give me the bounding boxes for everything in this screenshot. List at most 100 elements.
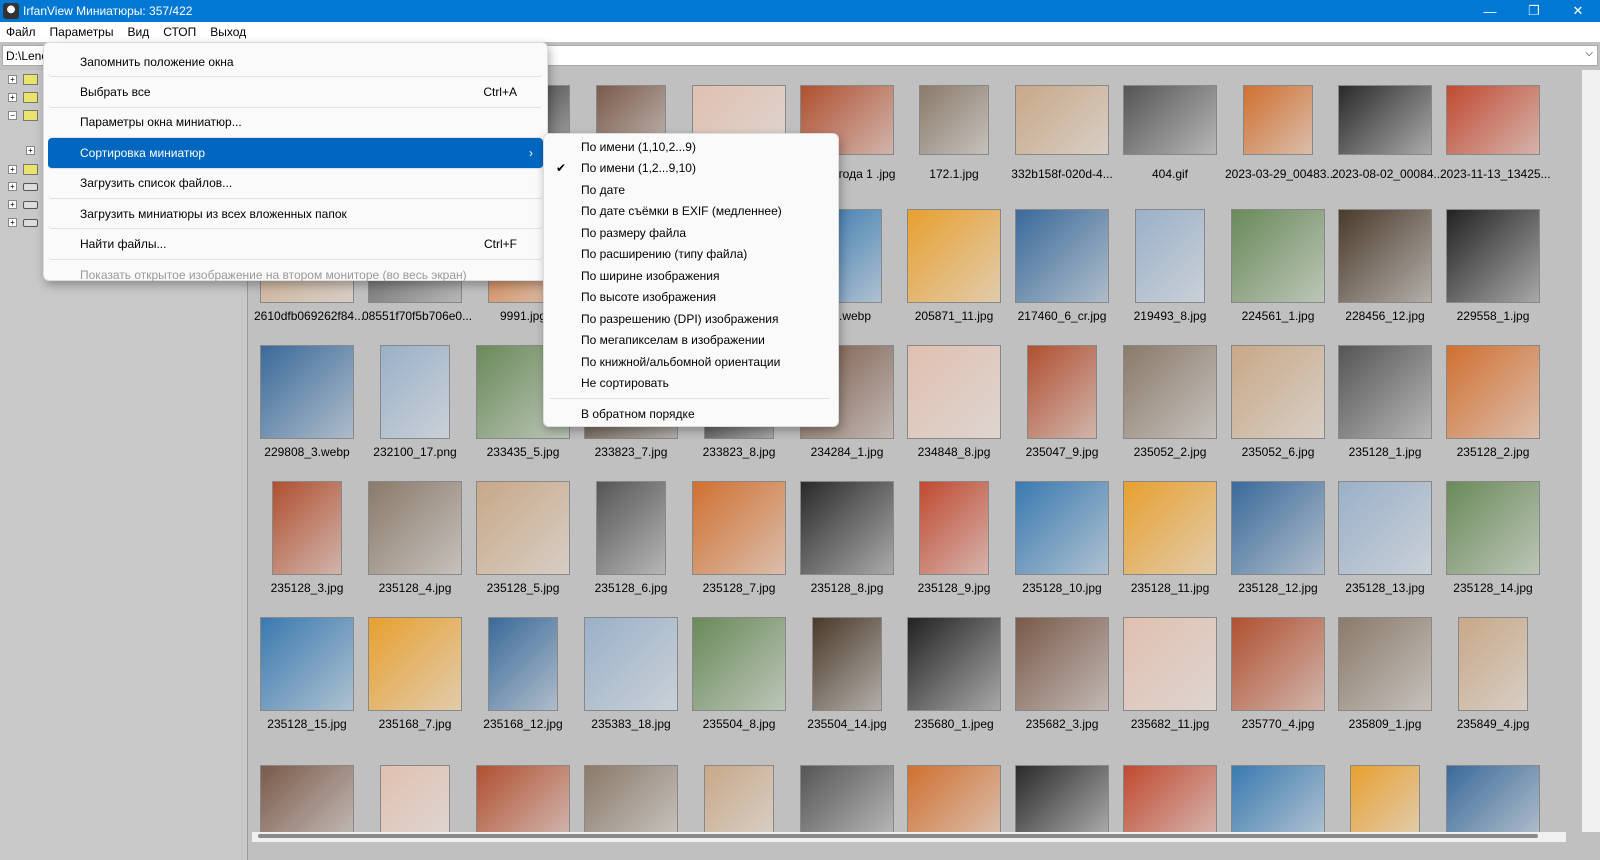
thumbnail-item[interactable]: 235128_4.jpg [362,481,468,595]
thumbnail-item[interactable] [1009,753,1115,832]
thumbnail-image[interactable] [260,617,354,711]
close-button[interactable]: ✕ [1556,0,1600,22]
tree-node[interactable]: + [8,164,38,175]
thumbnail-image[interactable] [800,765,894,832]
thumbnail-image[interactable] [476,481,570,575]
thumbnail-item[interactable]: 235128_1.jpg [1332,345,1438,459]
thumbnail-item[interactable]: 235128_6.jpg [578,481,684,595]
thumbnail-image[interactable] [1027,345,1097,439]
thumbnail-image[interactable] [907,765,1001,832]
thumbnail-image[interactable] [919,481,989,575]
thumbnail-item[interactable]: 2023-11-13_13425... [1440,73,1551,181]
thumbnail-item[interactable] [1332,753,1438,832]
thumbnail-item[interactable]: 229808_3.webp [254,345,360,459]
thumbnail-item[interactable] [578,753,684,832]
expand-icon[interactable]: + [8,93,17,102]
thumbnail-image[interactable] [907,345,1001,439]
thumbnail-item[interactable]: 229558_1.jpg [1440,209,1546,323]
thumbnail-item[interactable]: 235128_2.jpg [1440,345,1546,459]
thumbnail-image[interactable] [1338,481,1432,575]
sort-option[interactable]: По высоте изображения [544,287,838,309]
thumbnail-item[interactable] [686,753,792,832]
tree-node[interactable]: + [8,74,38,85]
thumbnail-item[interactable]: 235128_15.jpg [254,617,360,731]
thumbnail-image[interactable] [1446,345,1540,439]
thumbnail-image[interactable] [260,765,354,832]
thumbnail-image[interactable] [368,481,462,575]
thumbnail-item[interactable]: 235682_3.jpg [1009,617,1115,731]
thumbnail-image[interactable] [1231,765,1325,832]
menu-item[interactable]: Найти файлы... Ctrl+F [48,229,543,260]
menu-item[interactable]: Загрузить миниатюры из всех вложенных па… [48,199,543,230]
sort-option[interactable]: По имени (1,10,2...9) [544,136,838,158]
thumbnail-item[interactable] [254,753,360,832]
sort-option[interactable]: По дате съёмки в EXIF (медленнее) [544,201,838,223]
thumbnail-image[interactable] [1458,617,1528,711]
thumbnail-image[interactable] [488,617,558,711]
expand-icon[interactable]: + [8,75,17,84]
thumbnail-image[interactable] [1338,617,1432,711]
thumbnail-item[interactable] [470,753,576,832]
scrollbar-thumb[interactable] [258,834,1538,838]
thumbnail-item[interactable]: 217460_6_cr.jpg [1009,209,1115,323]
thumbnail-image[interactable] [1015,765,1109,832]
thumbnail-item[interactable]: 235128_11.jpg [1117,481,1223,595]
thumbnail-item[interactable]: 235128_7.jpg [686,481,792,595]
thumbnail-image[interactable] [1231,617,1325,711]
thumbnail-image[interactable] [1135,209,1205,303]
thumbnail-item[interactable] [362,753,468,832]
thumbnail-image[interactable] [1446,85,1540,155]
thumbnail-image[interactable] [1338,209,1432,303]
thumbnail-image[interactable] [380,345,450,439]
thumbnail-item[interactable]: 235128_10.jpg [1009,481,1115,595]
thumbnail-item[interactable]: 235504_14.jpg [794,617,900,731]
thumbnail-item[interactable]: 172.1.jpg [901,73,1007,181]
thumbnail-image[interactable] [1446,481,1540,575]
menu-item[interactable]: Сортировка миниатюр › [48,138,543,169]
expand-icon[interactable]: + [8,182,17,191]
thumbnail-image[interactable] [692,481,786,575]
tree-node[interactable]: + [8,218,38,227]
horizontal-scrollbar[interactable] [252,832,1566,842]
thumbnail-item[interactable] [1117,753,1223,832]
thumbnail-image[interactable] [584,617,678,711]
thumbnail-item[interactable] [1225,753,1331,832]
thumbnail-image[interactable] [812,617,882,711]
thumbnail-item[interactable]: 235128_3.jpg [254,481,360,595]
thumbnail-item[interactable]: 232100_17.png [362,345,468,459]
thumbnail-image[interactable] [1338,85,1432,155]
thumbnail-item[interactable]: 235168_7.jpg [362,617,468,731]
thumbnail-item[interactable] [901,753,1007,832]
thumbnail-item[interactable]: 235128_13.jpg [1332,481,1438,595]
thumbnail-item[interactable]: 235128_9.jpg [901,481,1007,595]
thumbnail-item[interactable]: 2023-08-02_00084... [1332,73,1443,181]
thumbnail-image[interactable] [1123,765,1217,832]
menu-stop[interactable]: СТОП [163,25,196,39]
thumbnail-image[interactable] [1015,209,1109,303]
menu-item[interactable]: Выбрать все Ctrl+A [48,77,543,108]
thumbnail-item[interactable]: 235770_4.jpg [1225,617,1331,731]
thumbnail-image[interactable] [919,85,989,155]
thumbnail-image[interactable] [1350,765,1420,832]
thumbnail-item[interactable]: 228456_12.jpg [1332,209,1438,323]
thumbnail-item[interactable]: 224561_1.jpg [1225,209,1331,323]
thumbnail-item[interactable]: 235128_8.jpg [794,481,900,595]
thumbnail-item[interactable]: 235052_6.jpg [1225,345,1331,459]
thumbnail-image[interactable] [692,617,786,711]
sort-option[interactable]: По мегапикселам в изображении [544,330,838,352]
menu-item[interactable]: Загрузить список файлов... [48,169,543,199]
thumbnail-image[interactable] [1015,481,1109,575]
thumbnail-image[interactable] [1123,617,1217,711]
expand-icon[interactable]: + [8,200,17,209]
thumbnail-image[interactable] [907,617,1001,711]
thumbnail-image[interactable] [584,765,678,832]
thumbnail-image[interactable] [1243,85,1313,155]
sort-option[interactable]: По ширине изображения [544,265,838,287]
tree-node[interactable]: + [8,92,38,103]
thumbnail-image[interactable] [1231,345,1325,439]
thumbnail-item[interactable]: 2023-03-29_00483... [1225,73,1336,181]
thumbnail-image[interactable] [907,209,1001,303]
thumbnail-item[interactable]: 235849_4.jpg [1440,617,1546,731]
thumbnail-image[interactable] [380,765,450,832]
tree-node[interactable]: − [8,110,38,121]
